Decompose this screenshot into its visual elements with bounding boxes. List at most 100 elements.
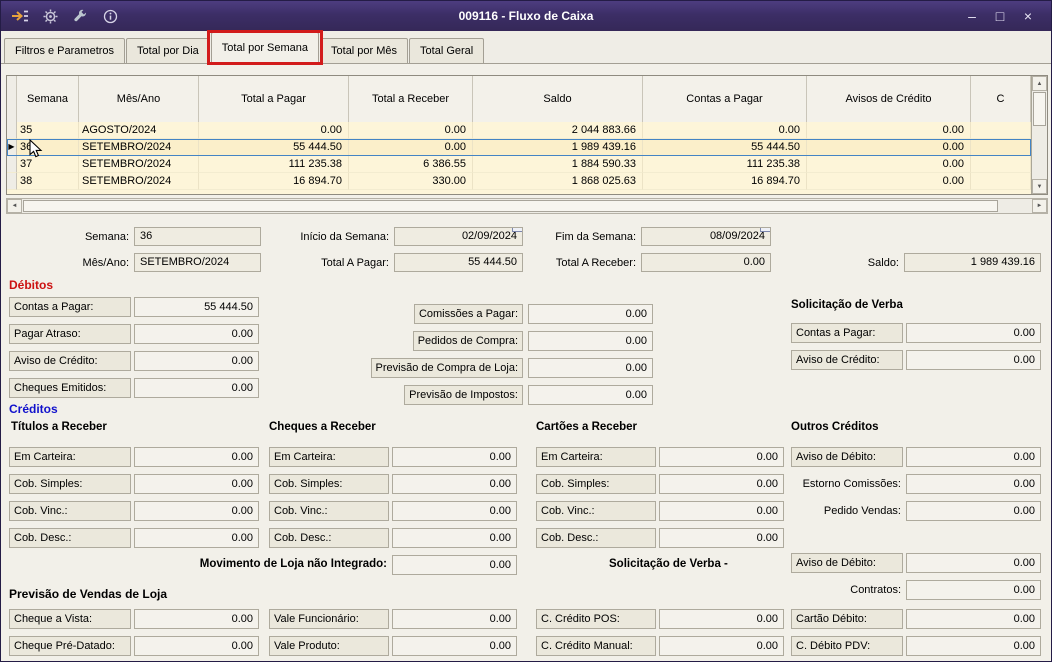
column-header-partial[interactable]: C [971,76,1031,122]
total-a-pagar-label: Total A Pagar: [321,257,389,269]
grid-cell: 16 894.70 [199,173,349,190]
cheques-a-receber-title: Cheques a Receber [269,421,376,433]
vale-funcionario-field[interactable]: 0.00 [392,609,517,629]
titulos-cob-desc-field[interactable]: 0.00 [134,528,259,548]
previsao-compra-loja-label: Previsão de Compra de Loja: [370,358,523,378]
column-header-semana[interactable]: Semana [17,76,79,122]
column-header-avisos-de-credito[interactable]: Avisos de Crédito [807,76,971,122]
vertical-scrollbar-thumb[interactable] [1033,92,1046,126]
column-header-total-a-pagar[interactable]: Total a Pagar [199,76,349,122]
mes-ano-label: Mês/Ano: [82,257,129,269]
grid-cell [971,173,1031,190]
total-a-receber-field[interactable]: 0.00 [641,253,771,272]
inicio-semana-field[interactable]: 02/09/2024 [394,227,523,246]
semana-field[interactable]: 36 [134,227,261,246]
cheque-pre-datado-label: Cheque Pré-Datado: [9,636,131,656]
contratos-field[interactable]: 0.00 [906,580,1041,600]
cartoes-cob-simples-field[interactable]: 0.00 [659,474,784,494]
grid-header: Semana Mês/Ano Total a Pagar Total a Rec… [7,76,1031,123]
cheques-em-carteira-label: Em Carteira: [269,447,389,467]
estorno-comissoes-field[interactable]: 0.00 [906,474,1041,494]
scroll-up-button[interactable]: ▲ [1032,76,1047,91]
wrench-icon[interactable] [71,8,89,24]
table-row[interactable]: 37 SETEMBRO/2024 111 235.38 6 386.55 1 8… [7,156,1031,173]
column-header-saldo[interactable]: Saldo [473,76,643,122]
c-credito-pos-field[interactable]: 0.00 [659,609,784,629]
tab-filtros-e-parametros[interactable]: Filtros e Parametros [4,38,126,64]
close-button[interactable]: × [1017,6,1039,26]
column-header-mes-ano[interactable]: Mês/Ano [79,76,199,122]
cheques-emitidos-field[interactable]: 0.00 [134,378,259,398]
pedido-vendas-field[interactable]: 0.00 [906,501,1041,521]
enter-icon[interactable] [11,8,29,24]
saldo-field[interactable]: 1 989 439.16 [904,253,1041,272]
grid-cell: 0.00 [807,139,971,156]
table-row-selected[interactable]: ▶ 36 SETEMBRO/2024 55 444.50 0.00 1 989 … [7,139,1031,156]
titulos-em-carteira-field[interactable]: 0.00 [134,447,259,467]
cheque-pre-datado-field[interactable]: 0.00 [134,636,259,656]
gear-icon[interactable] [41,8,59,24]
calendar-icon[interactable] [760,228,770,232]
contas-a-pagar-label: Contas a Pagar: [9,297,131,317]
cheques-em-carteira-field[interactable]: 0.00 [392,447,517,467]
cartoes-cob-vinc-field[interactable]: 0.00 [659,501,784,521]
table-row[interactable]: 38 SETEMBRO/2024 16 894.70 330.00 1 868 … [7,173,1031,190]
total-a-pagar-field[interactable]: 55 444.50 [394,253,523,272]
verba-aviso-debito-field[interactable]: 0.00 [906,553,1041,573]
horizontal-scrollbar-thumb[interactable] [23,200,998,212]
vale-produto-field[interactable]: 0.00 [392,636,517,656]
maximize-button[interactable]: □ [989,6,1011,26]
grid-cell: 38 [17,173,79,190]
aviso-de-credito-field[interactable]: 0.00 [134,351,259,371]
column-header-total-a-receber[interactable]: Total a Receber [349,76,473,122]
vertical-scrollbar[interactable]: ▲ ▼ [1031,76,1047,194]
c-credito-manual-field[interactable]: 0.00 [659,636,784,656]
movimento-loja-field[interactable]: 0.00 [392,555,517,575]
cheques-cob-vinc-field[interactable]: 0.00 [392,501,517,521]
grid-cell: 16 894.70 [643,173,807,190]
previsao-vendas-title: Previsão de Vendas de Loja [9,587,168,601]
grid-cell: 0.00 [807,173,971,190]
c-debito-pdv-field[interactable]: 0.00 [906,636,1041,656]
tab-total-por-semana[interactable]: Total por Semana [206,30,324,65]
row-indicator [7,122,17,139]
cheques-cob-simples-field[interactable]: 0.00 [392,474,517,494]
minimize-button[interactable]: – [961,6,983,26]
pedidos-de-compra-field[interactable]: 0.00 [528,331,653,351]
horizontal-scrollbar[interactable]: ◄ ► [6,198,1048,214]
cartoes-em-carteira-field[interactable]: 0.00 [659,447,784,467]
tab-label: Total Geral [420,45,474,57]
previsao-compra-loja-field[interactable]: 0.00 [528,358,653,378]
grid-cell: 37 [17,156,79,173]
pagar-atraso-field[interactable]: 0.00 [134,324,259,344]
comissoes-a-pagar-field[interactable]: 0.00 [528,304,653,324]
scroll-down-button[interactable]: ▼ [1032,179,1047,194]
verba-aviso-credito-field[interactable]: 0.00 [906,350,1041,370]
mes-ano-field[interactable]: SETEMBRO/2024 [134,253,261,272]
scroll-right-button[interactable]: ► [1032,199,1047,213]
calendar-icon[interactable] [512,228,522,232]
titulos-cob-vinc-field[interactable]: 0.00 [134,501,259,521]
scroll-left-button[interactable]: ◄ [7,199,22,213]
column-header-contas-a-pagar[interactable]: Contas a Pagar [643,76,807,122]
fim-semana-field[interactable]: 08/09/2024 [641,227,771,246]
cheques-emitidos-label: Cheques Emitidos: [9,378,131,398]
verba-contas-a-pagar-field[interactable]: 0.00 [906,323,1041,343]
titulos-cob-simples-field[interactable]: 0.00 [134,474,259,494]
grid-cell: 1 884 590.33 [473,156,643,173]
tab-total-geral[interactable]: Total Geral [409,38,485,64]
titlebar[interactable]: 009116 - Fluxo de Caixa – □ × [1,1,1051,31]
contas-a-pagar-field[interactable]: 55 444.50 [134,297,259,317]
info-icon[interactable] [101,8,119,24]
cartoes-cob-desc-field[interactable]: 0.00 [659,528,784,548]
row-indicator [7,173,17,190]
titulos-em-carteira-label: Em Carteira: [9,447,131,467]
aviso-de-debito-field[interactable]: 0.00 [906,447,1041,467]
cheque-a-vista-field[interactable]: 0.00 [134,609,259,629]
tab-total-por-dia[interactable]: Total por Dia [126,38,210,64]
tab-total-por-mes[interactable]: Total por Mês [320,38,409,64]
previsao-impostos-field[interactable]: 0.00 [528,385,653,405]
table-row[interactable]: 35 AGOSTO/2024 0.00 0.00 2 044 883.66 0.… [7,122,1031,139]
cartao-debito-field[interactable]: 0.00 [906,609,1041,629]
cheques-cob-desc-field[interactable]: 0.00 [392,528,517,548]
